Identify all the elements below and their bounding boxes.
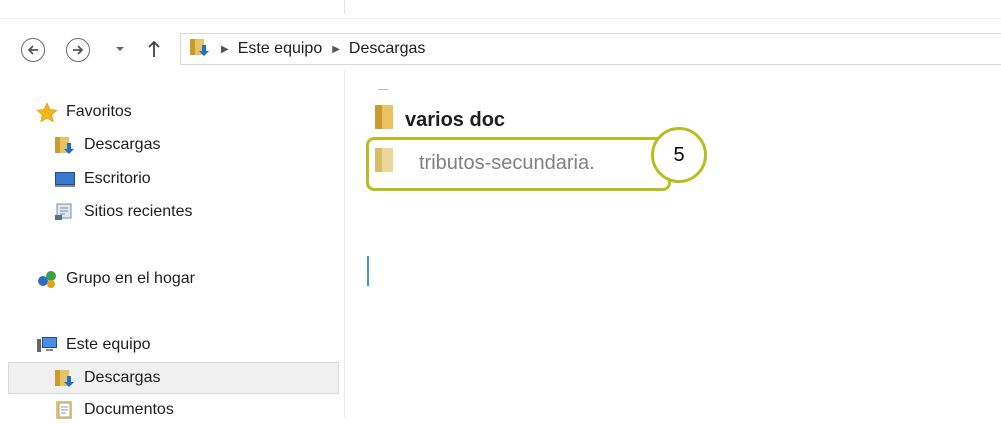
breadcrumb-separator-icon: ▶ bbox=[221, 43, 229, 55]
list-item-varios-doc[interactable]: varios doc bbox=[373, 103, 505, 137]
sidebar-favoritos[interactable]: Favoritos bbox=[36, 98, 132, 126]
forward-arrow-icon bbox=[73, 45, 84, 55]
sidebar-item-label: Descargas bbox=[84, 369, 161, 386]
address-bar[interactable]: ▶ Este equipo ▶ Descargas bbox=[180, 33, 1001, 65]
text-cursor bbox=[367, 256, 369, 286]
sidebar-este-equipo-label: Este equipo bbox=[66, 336, 151, 353]
breadcrumb-separator-icon: ▶ bbox=[332, 43, 340, 55]
up-button[interactable] bbox=[146, 39, 162, 59]
sidebar-este-equipo[interactable]: Este equipo bbox=[36, 331, 151, 359]
sidebar-item-descargas[interactable]: Descargas bbox=[54, 131, 160, 159]
pane-divider[interactable] bbox=[344, 70, 345, 419]
sidebar-grupo-hogar-label: Grupo en el hogar bbox=[66, 270, 195, 287]
step-badge: 5 bbox=[651, 127, 707, 183]
downloads-folder-icon bbox=[54, 368, 76, 388]
sidebar-item-label: Documentos bbox=[84, 401, 174, 418]
sidebar-item-descargas-selected[interactable]: Descargas bbox=[8, 362, 339, 394]
desktop-icon bbox=[54, 169, 76, 189]
up-arrow-icon bbox=[148, 40, 160, 57]
breadcrumb-descargas[interactable]: Descargas bbox=[349, 40, 425, 58]
sidebar-item-escritorio[interactable]: Escritorio bbox=[54, 165, 151, 193]
forward-button[interactable] bbox=[66, 38, 90, 62]
recent-locations-button[interactable] bbox=[114, 42, 126, 56]
sidebar-item-label: Descargas bbox=[84, 136, 161, 153]
sidebar-item-sitios-recientes[interactable]: Sitios recientes bbox=[54, 198, 193, 226]
list-top-mark bbox=[378, 89, 388, 90]
back-arrow-icon bbox=[27, 45, 38, 55]
sidebar-item-documentos[interactable]: Documentos bbox=[54, 396, 174, 424]
documents-icon bbox=[54, 400, 76, 420]
sidebar-grupo-hogar[interactable]: Grupo en el hogar bbox=[36, 265, 195, 293]
sidebar-item-label: Escritorio bbox=[84, 170, 151, 187]
downloads-folder-icon bbox=[189, 37, 211, 62]
file-name: varios doc bbox=[405, 108, 506, 131]
downloads-folder-icon bbox=[54, 135, 76, 155]
breadcrumb-este-equipo[interactable]: Este equipo bbox=[238, 40, 323, 58]
sidebar-item-label: Sitios recientes bbox=[84, 203, 193, 220]
ribbon-divider bbox=[344, 0, 345, 14]
recent-places-icon bbox=[54, 202, 76, 222]
sidebar-favoritos-label: Favoritos bbox=[66, 103, 132, 120]
star-icon bbox=[36, 102, 58, 122]
chevron-down-icon bbox=[116, 47, 124, 51]
computer-icon bbox=[36, 335, 58, 355]
ribbon-strip bbox=[0, 0, 1001, 19]
homegroup-icon bbox=[36, 269, 58, 289]
highlight-box bbox=[366, 137, 671, 191]
folder-icon bbox=[373, 103, 395, 137]
back-button[interactable] bbox=[21, 38, 45, 62]
